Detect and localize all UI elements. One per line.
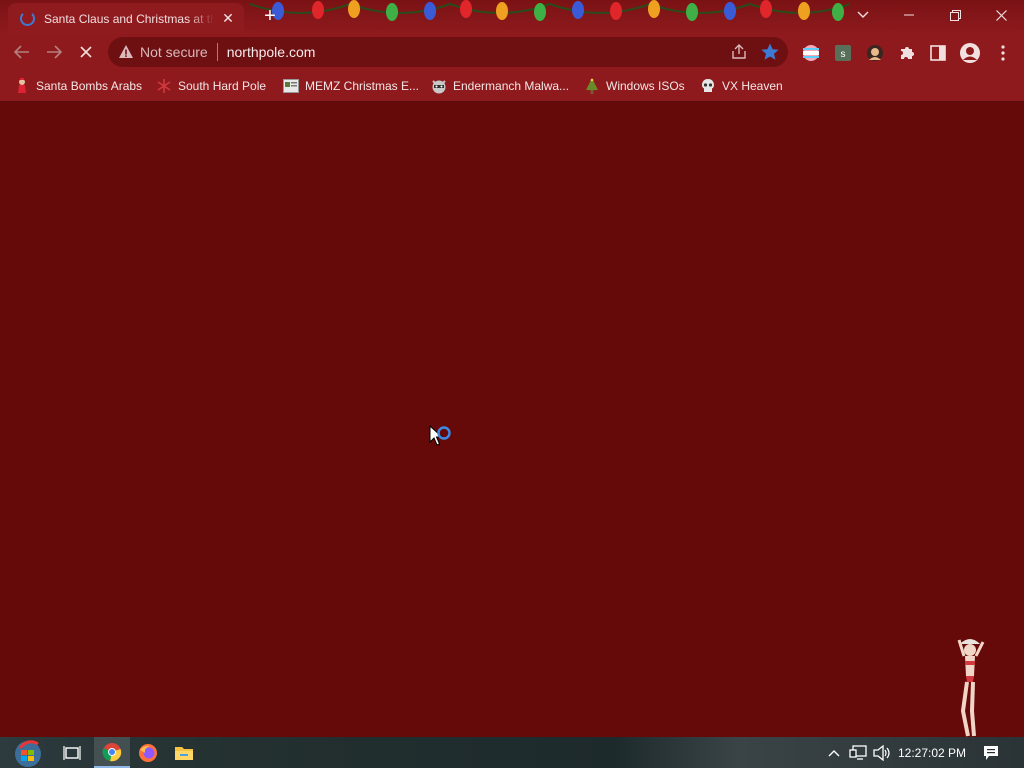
- volume-tray-button[interactable]: [870, 737, 894, 768]
- arrow-right-icon: [47, 45, 62, 59]
- bookmark-label: VX Heaven: [722, 79, 783, 93]
- minimize-icon: [904, 14, 914, 16]
- close-window-button[interactable]: [978, 0, 1024, 30]
- bookmarks-bar: Santa Bombs Arabs South Hard Pole MEMZ C…: [0, 70, 1024, 102]
- chevron-up-icon: [828, 749, 840, 756]
- warning-triangle-icon[interactable]: [118, 44, 134, 60]
- tab-search-button[interactable]: [848, 0, 878, 30]
- firefox-icon: [139, 743, 157, 762]
- stop-loading-button[interactable]: [72, 38, 100, 66]
- loading-spinner-icon: [20, 11, 35, 26]
- bookmark-label: South Hard Pole: [178, 79, 267, 93]
- raccoon-icon: [431, 78, 447, 94]
- taskbar-app-file-explorer[interactable]: [166, 737, 202, 768]
- task-view-button[interactable]: [54, 737, 90, 768]
- share-icon[interactable]: [730, 43, 748, 61]
- bookmark-label: Windows ISOs: [606, 79, 685, 93]
- tab-close-icon[interactable]: ✕: [220, 10, 236, 27]
- taskbar-app-chrome[interactable]: [94, 737, 130, 768]
- url-text[interactable]: northpole.com: [227, 44, 316, 60]
- forward-button[interactable]: [40, 38, 68, 66]
- skull-icon: [700, 78, 716, 94]
- avatar-extension-icon[interactable]: [864, 42, 886, 64]
- bookmark-label: Endermanch Malwa...: [453, 79, 570, 93]
- bookmark-item[interactable]: MEMZ Christmas E...: [283, 76, 419, 96]
- network-icon: [849, 744, 867, 760]
- arrow-left-icon: [14, 45, 29, 59]
- new-tab-button[interactable]: +: [258, 6, 282, 28]
- close-icon: [995, 9, 1007, 21]
- kebab-menu-icon[interactable]: [992, 42, 1014, 64]
- stop-x-icon: [80, 46, 92, 58]
- security-status-label[interactable]: Not secure: [140, 44, 208, 60]
- pride-flag-icon[interactable]: [800, 42, 822, 64]
- start-button[interactable]: [8, 737, 48, 768]
- bookmark-item[interactable]: Endermanch Malwa...: [431, 76, 569, 96]
- svg-text:s: s: [841, 49, 846, 60]
- bookmark-item[interactable]: Windows ISOs: [584, 76, 685, 96]
- page-thumbnail-icon: [283, 78, 299, 94]
- dancing-figure-icon: [957, 639, 985, 737]
- chrome-icon: [102, 742, 122, 761]
- restore-icon: [949, 9, 961, 21]
- taskbar-clock[interactable]: 12:27:02 PM: [896, 737, 968, 768]
- file-explorer-icon: [175, 746, 193, 760]
- browser-toolbar: Not secure northpole.com s: [0, 34, 1024, 70]
- puzzle-icon[interactable]: [896, 42, 918, 64]
- bookmark-item[interactable]: Santa Bombs Arabs: [14, 76, 142, 96]
- chevron-down-icon: [857, 11, 869, 18]
- speaker-icon: [873, 744, 890, 761]
- bookmark-label: Santa Bombs Arabs: [36, 79, 143, 93]
- taskbar-app-firefox[interactable]: [130, 737, 166, 768]
- minimize-button[interactable]: [886, 0, 932, 30]
- santa-figure-icon: [14, 78, 30, 94]
- start-orb-icon: [15, 739, 41, 767]
- restore-button[interactable]: [932, 0, 978, 30]
- omnibox-divider: [216, 43, 218, 61]
- notification-icon: [984, 745, 998, 760]
- bookmark-item[interactable]: South Hard Pole: [156, 76, 266, 96]
- side-panel-icon[interactable]: [927, 42, 949, 64]
- bookmark-item[interactable]: VX Heaven: [700, 76, 783, 96]
- back-button[interactable]: [8, 38, 36, 66]
- action-center-button[interactable]: [976, 737, 1006, 768]
- task-view-icon: [63, 745, 81, 760]
- windows-taskbar: 12:27:02 PM: [0, 737, 1024, 768]
- s-extension-icon[interactable]: s: [832, 42, 854, 64]
- snowflake-icon: [156, 78, 172, 94]
- page-viewport[interactable]: [0, 103, 1024, 737]
- bookmark-star-icon[interactable]: [760, 42, 780, 62]
- bookmark-label: MEMZ Christmas E...: [305, 79, 420, 93]
- profile-icon[interactable]: [958, 41, 982, 65]
- browser-title-bar: Santa Claus and Christmas at the North P…: [0, 0, 1024, 34]
- address-bar[interactable]: Not secure northpole.com: [108, 37, 788, 67]
- tree-icon: [584, 78, 600, 94]
- show-hidden-icons-button[interactable]: [822, 737, 846, 768]
- tab-title: Santa Claus and Christmas at the North P…: [44, 11, 214, 26]
- desktop-screen: Santa Claus and Christmas at the North P…: [0, 0, 1024, 768]
- tab-active[interactable]: Santa Claus and Christmas at the North P…: [8, 3, 244, 34]
- network-tray-button[interactable]: [846, 737, 870, 768]
- busy-cursor-icon: [429, 424, 451, 446]
